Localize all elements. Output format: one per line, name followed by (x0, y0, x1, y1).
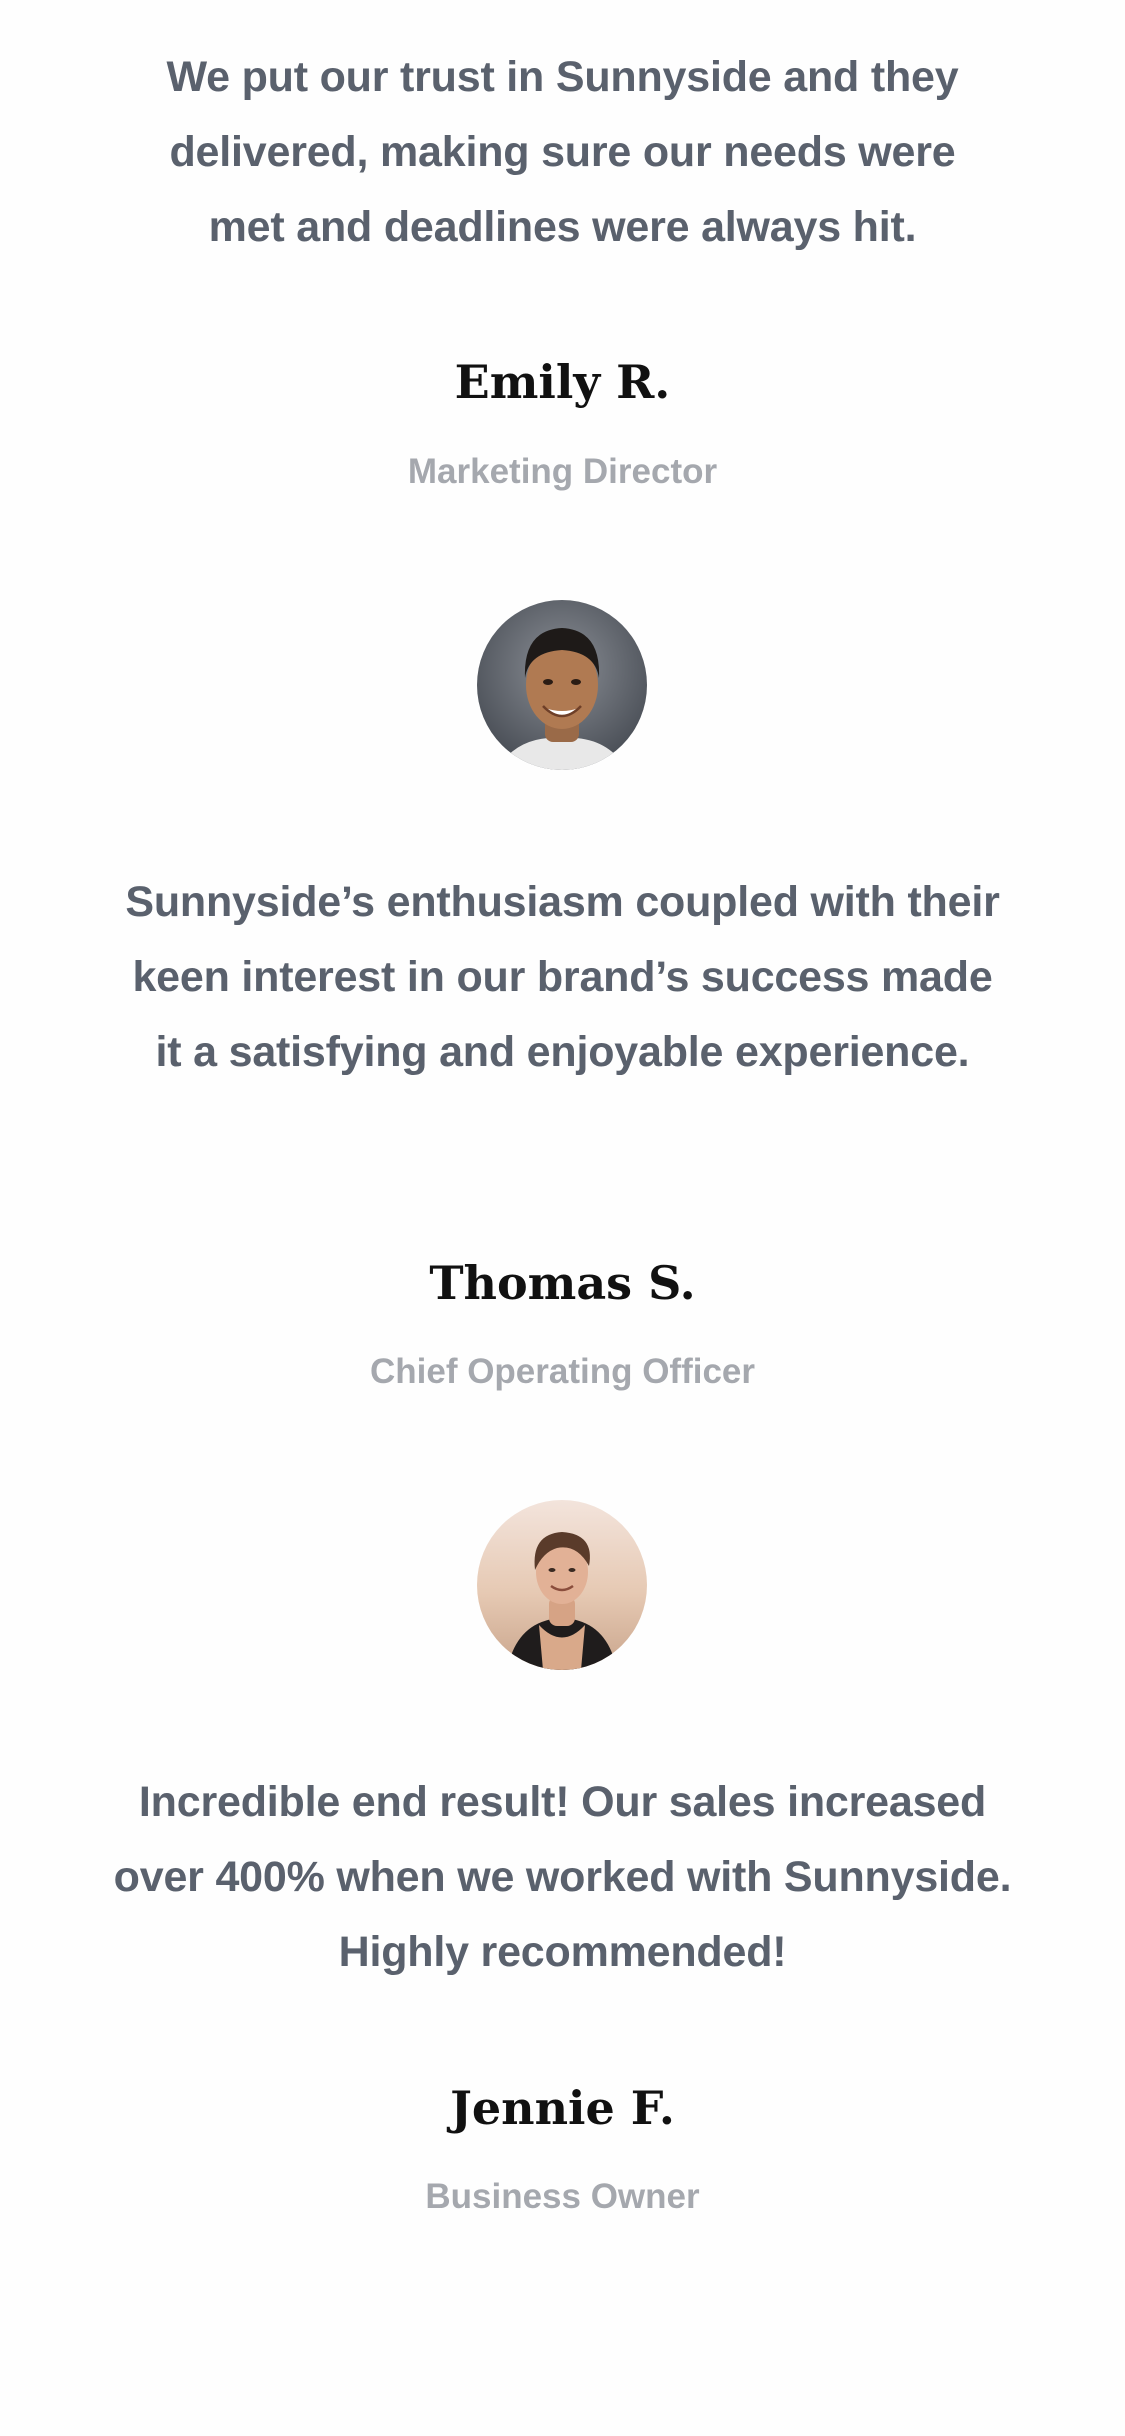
testimonial-quote: Incredible end result! Our sales increas… (113, 1778, 1012, 1976)
testimonial-author-name: Emily R. (454, 355, 671, 409)
testimonial-author-name: Thomas S. (429, 1256, 696, 1310)
person-photo-icon (477, 1500, 647, 1670)
testimonial-quote: Sunnyside’s enthusiasm coupled with thei… (125, 878, 1000, 1076)
avatar (477, 1500, 647, 1670)
testimonial-author-role: Marketing Director (407, 452, 718, 491)
avatar (477, 600, 647, 770)
person-photo-icon (477, 600, 647, 770)
testimonial-author-role: Business Owner (425, 2177, 700, 2216)
testimonial-author-role: Chief Operating Officer (369, 1352, 756, 1391)
testimonial-author-name: Jennie F. (450, 2081, 675, 2135)
testimonial-quote: We put our trust in Sunnyside and they d… (166, 53, 959, 251)
